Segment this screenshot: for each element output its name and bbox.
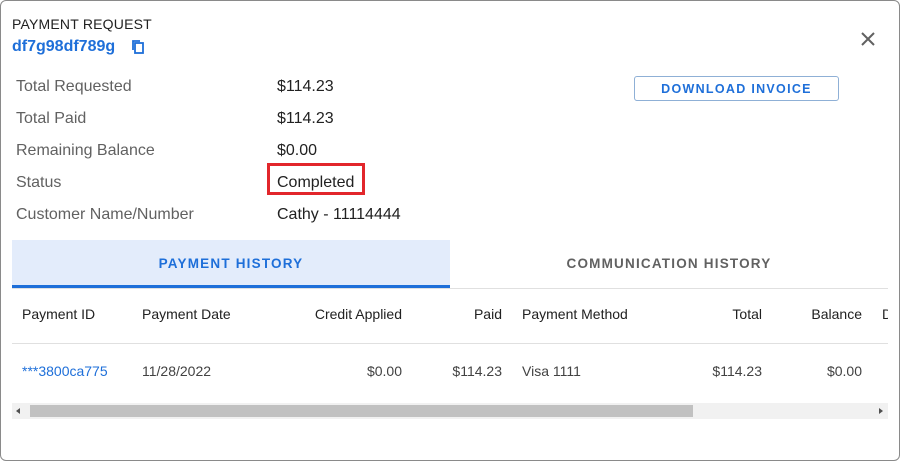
column-header-payment-id: Payment ID	[22, 306, 96, 322]
credit-applied-cell: $0.00	[366, 363, 402, 379]
column-header-credit-applied: Credit Applied	[314, 306, 402, 322]
paid-cell: $114.23	[452, 363, 502, 379]
balance-cell: $0.00	[826, 363, 862, 379]
scroll-right-arrow-icon[interactable]	[879, 408, 883, 414]
payment-request-dialog: PAYMENT REQUEST df7g98df789g Total Reque…	[0, 0, 900, 461]
tab-payment-history[interactable]: PAYMENT HISTORY	[12, 240, 450, 288]
scrollbar-thumb[interactable]	[30, 405, 693, 417]
close-icon[interactable]	[858, 29, 878, 49]
dialog-title: PAYMENT REQUEST	[12, 16, 152, 32]
table-header-divider	[12, 343, 888, 344]
scroll-left-arrow-icon[interactable]	[16, 408, 20, 414]
payment-date-cell: 11/28/2022	[142, 363, 212, 379]
column-header-balance: Balance	[811, 306, 862, 322]
copy-icon[interactable]	[130, 39, 146, 55]
total-paid-label: Total Paid	[16, 110, 87, 127]
column-header-truncated: D	[882, 306, 888, 322]
total-requested-value: $114.23	[277, 78, 334, 95]
payment-id-link[interactable]: ***3800ca775	[22, 363, 108, 379]
total-cell: $114.23	[712, 363, 762, 379]
payment-method-cell: Visa 1111	[522, 363, 581, 379]
remaining-balance-value: $0.00	[277, 142, 318, 159]
column-header-payment-date: Payment Date	[142, 306, 231, 322]
total-requested-label: Total Requested	[16, 78, 132, 95]
total-paid-value: $114.23	[277, 110, 334, 127]
tab-communication-history[interactable]: COMMUNICATION HISTORY	[450, 240, 888, 288]
download-invoice-button[interactable]: DOWNLOAD INVOICE	[634, 76, 839, 101]
status-label: Status	[16, 174, 62, 191]
horizontal-scrollbar[interactable]	[12, 403, 888, 419]
column-header-payment-method: Payment Method	[522, 306, 628, 322]
customer-value: Cathy - 11114444	[277, 206, 401, 223]
column-header-total: Total	[732, 306, 762, 322]
status-value: Completed	[277, 174, 355, 191]
customer-label: Customer Name/Number	[16, 206, 194, 223]
remaining-balance-label: Remaining Balance	[16, 142, 155, 159]
history-tabs: PAYMENT HISTORY COMMUNICATION HISTORY	[12, 240, 888, 289]
request-id-link[interactable]: df7g98df789g	[12, 38, 115, 56]
column-header-paid: Paid	[473, 306, 502, 322]
